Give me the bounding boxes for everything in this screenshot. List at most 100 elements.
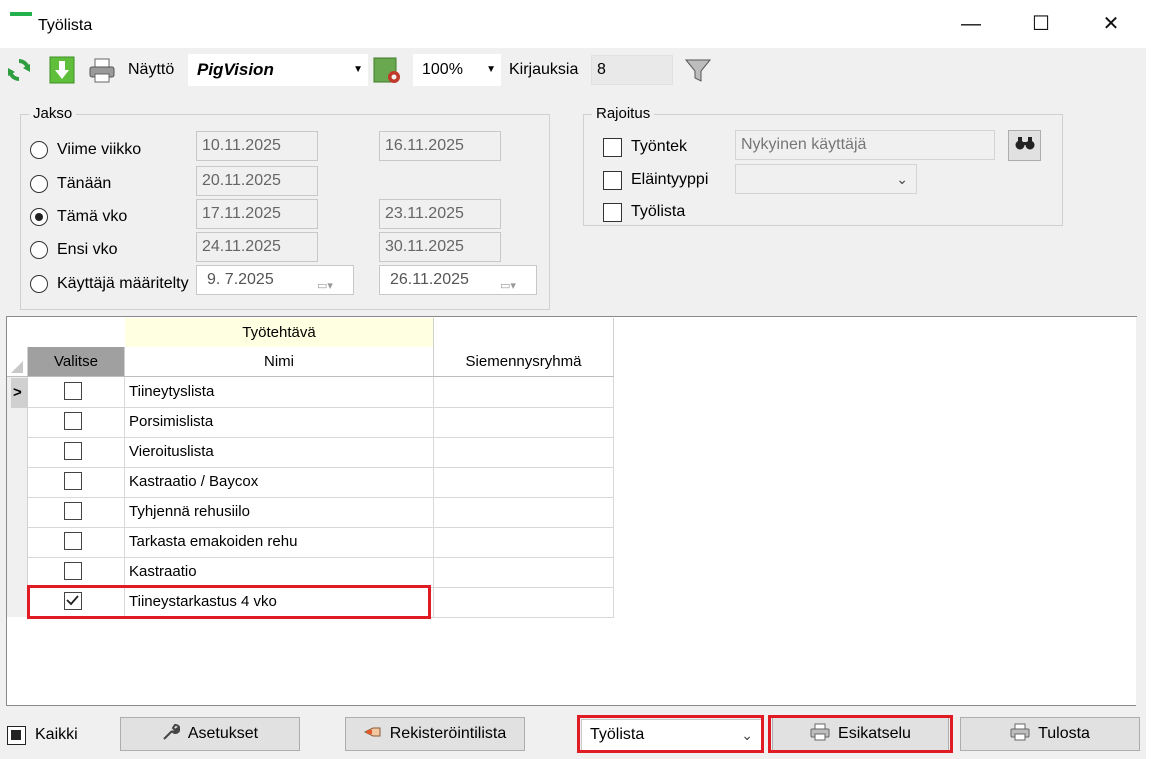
corner-triangle-icon [11,361,23,373]
calendar-icon[interactable]: ▭▾ [317,272,347,292]
table-row-name[interactable]: Tyhjennä rehusiilo [125,497,434,527]
group-header-empty [434,318,614,347]
table-row-group[interactable] [434,587,614,617]
elaintyyppi-checkbox[interactable] [603,170,622,190]
table-row-name[interactable]: Kastraatio [125,557,434,587]
column-header-nimi[interactable]: Nimi [125,347,434,377]
table-row-select-cell[interactable] [28,407,125,437]
rekisterointilista-label: Rekisteröintilista [389,725,507,742]
column-header-valitse[interactable]: Valitse [28,347,125,377]
group-header-tyotehtava: Työtehtävä [125,318,434,347]
table-row-select-cell[interactable] [28,467,125,497]
current-row-indicator: > [11,378,28,408]
kirjauksia-label: Kirjauksia [509,61,579,78]
table-row-select-cell[interactable] [28,497,125,527]
row-checkbox[interactable] [64,472,82,490]
table-row-name[interactable]: Vieroituslista [125,437,434,467]
row-checkbox[interactable] [64,502,82,520]
maximize-button[interactable]: ☐ [1006,0,1076,48]
ensi-vko-from: 24.11.2025 [196,232,318,262]
highlight-selected-row [27,585,431,619]
radio-tanaan[interactable]: Tänään [30,172,111,196]
tulosta-button[interactable]: Tulosta [960,717,1140,751]
binoculars-button[interactable] [1008,130,1041,161]
chevron-down-icon: ⌄ [896,171,908,187]
custom-to-date-picker[interactable]: 26.11.2025 ▭▾ [379,265,537,295]
table-row-name[interactable]: Tiineytyslista [125,377,434,407]
select-all-corner[interactable] [7,347,28,377]
date-picker-value: 9. 7.2025 [207,271,274,288]
table-row-group[interactable] [434,497,614,527]
tama-vko-from: 17.11.2025 [196,199,318,229]
table-row-name[interactable]: Porsimislista [125,407,434,437]
print-icon[interactable] [87,55,117,85]
radio-ensi-vko[interactable]: Ensi vko [30,238,117,262]
row-checkbox[interactable] [64,442,82,460]
table-row-select-cell[interactable] [28,437,125,467]
asetukset-button[interactable]: Asetukset [120,717,300,751]
table-row-group[interactable] [434,557,614,587]
tyontek-label: Työntek [631,138,688,155]
row-checkbox[interactable] [64,412,82,430]
table-row-select-cell[interactable] [28,557,125,587]
table-row-group[interactable] [434,527,614,557]
filter-icon[interactable] [683,55,713,85]
viime-viikko-to: 16.11.2025 [379,131,501,161]
row-checkbox[interactable] [64,382,82,400]
table-row-group[interactable] [434,407,614,437]
kaikki-checkbox-row[interactable]: Kaikki [7,723,78,747]
table-row-name[interactable]: Kastraatio / Baycox [125,467,434,497]
zoom-select[interactable]: 100% ▼ [413,54,501,86]
settings-gear-icon[interactable] [372,55,402,85]
table-row-name[interactable]: Tarkasta emakoiden rehu [125,527,434,557]
tyontek-checkbox-row[interactable]: Työntek [603,135,687,159]
radio-kayttaja-maaritelty[interactable]: Käyttäjä määritelty [30,272,189,296]
radio-button[interactable] [30,141,48,159]
minimize-button[interactable]: — [936,0,1006,48]
calendar-icon[interactable]: ▭▾ [500,272,530,292]
app-icon [10,12,32,26]
radio-button[interactable] [30,175,48,193]
naytto-select-value: PigVision [197,60,274,79]
radio-button[interactable] [30,275,48,293]
row-checkbox[interactable] [64,532,82,550]
elaintyyppi-select[interactable]: ⌄ [735,164,917,194]
tyolista-checkbox[interactable] [603,202,622,222]
table-row-group[interactable] [434,437,614,467]
kirjauksia-value: 8 [591,55,673,85]
indeterminate-mark-icon [11,729,21,740]
custom-from-date-picker[interactable]: 9. 7.2025 ▭▾ [196,265,354,295]
refresh-icon[interactable] [4,55,34,85]
close-button[interactable]: ✕ [1076,0,1146,48]
radio-viime-viikko[interactable]: Viime viikko [30,138,141,162]
column-header-siemennysryhma[interactable]: Siemennysryhmä [434,347,614,377]
print-icon [1010,723,1030,745]
row-header-column [7,377,28,617]
binoculars-icon [1014,135,1036,156]
table-row-group[interactable] [434,377,614,407]
tyontek-checkbox[interactable] [603,137,622,157]
elaintyyppi-checkbox-row[interactable]: Eläintyyppi [603,168,708,192]
rekisterointilista-button[interactable]: Rekisteröintilista [345,717,525,751]
radio-label: Tänään [57,175,112,192]
tyolista-checkbox-row[interactable]: Työlista [603,200,685,224]
radio-button[interactable] [30,241,48,259]
table-row-select-cell[interactable] [28,527,125,557]
jakso-title: Jakso [29,105,77,122]
row-checkbox[interactable] [64,562,82,580]
title-bar: Työlista — ☐ ✕ [0,0,1155,48]
highlight-esikatselu [768,715,953,753]
naytto-select[interactable]: PigVision ▼ [188,54,368,86]
wrench-icon [162,723,181,745]
radio-label: Käyttäjä määritelty [57,275,189,292]
table-row-select-cell[interactable] [28,377,125,407]
highlight-report-select [577,715,764,753]
date-picker-value: 26.11.2025 [390,271,469,288]
radio-button-selected[interactable] [30,208,48,226]
table-row-group[interactable] [434,467,614,497]
kaikki-checkbox[interactable] [7,725,26,745]
download-icon[interactable] [47,55,77,85]
radio-tama-vko[interactable]: Tämä vko [30,205,127,229]
rajoitus-title: Rajoitus [592,105,655,122]
grid-scrollbar[interactable] [1136,317,1146,707]
